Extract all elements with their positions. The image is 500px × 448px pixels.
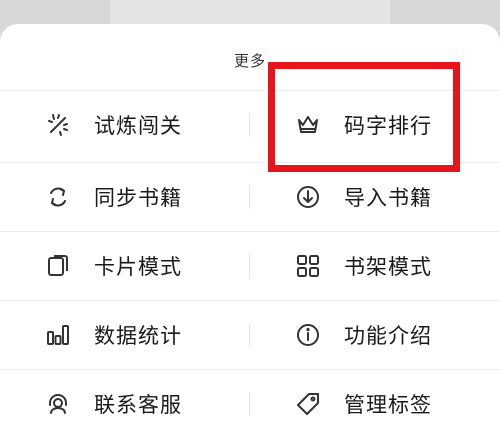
menu-row: 联系客服 管理标签 <box>0 369 500 438</box>
menu-item-label: 管理标签 <box>344 393 432 417</box>
menu-item-label: 卡片模式 <box>94 255 182 279</box>
card-icon <box>44 252 72 280</box>
menu-item-word-ranking[interactable]: 码字排行 <box>250 91 500 159</box>
menu-item-label: 同步书籍 <box>94 186 182 210</box>
menu-row: 试炼闯关 码字排行 <box>0 90 500 159</box>
menu-item-statistics[interactable]: 数据统计 <box>0 301 250 369</box>
menu-item-import-books[interactable]: 导入书籍 <box>250 163 500 231</box>
tag-icon <box>294 390 322 418</box>
sheet-title: 更多 <box>233 52 266 70</box>
menu-item-manage-tags[interactable]: 管理标签 <box>250 370 500 438</box>
menu-item-label: 联系客服 <box>94 393 182 417</box>
menu-item-label: 数据统计 <box>94 324 182 348</box>
menu-item-card-mode[interactable]: 卡片模式 <box>0 232 250 300</box>
menu-item-label: 书架模式 <box>344 255 432 279</box>
menu-item-label: 导入书籍 <box>344 186 432 210</box>
menu-row: 数据统计 功能介绍 <box>0 300 500 369</box>
menu-item-sync-books[interactable]: 同步书籍 <box>0 163 250 231</box>
sparkle-icon <box>44 111 72 139</box>
menu-item-trial-challenge[interactable]: 试炼闯关 <box>0 91 250 159</box>
info-icon <box>294 321 322 349</box>
more-sheet: 更多 试炼闯关 码字排行 同步书籍 导入书籍 卡片模式 书架模式 数据统计 功能… <box>0 24 500 448</box>
menu-item-feature-intro[interactable]: 功能介绍 <box>250 301 500 369</box>
download-circle-icon <box>294 183 322 211</box>
headset-icon <box>44 390 72 418</box>
sync-icon <box>44 183 72 211</box>
menu-item-label: 功能介绍 <box>344 324 432 348</box>
menu-item-shelf-mode[interactable]: 书架模式 <box>250 232 500 300</box>
menu-item-contact-support[interactable]: 联系客服 <box>0 370 250 438</box>
menu-item-label: 码字排行 <box>344 114 432 138</box>
menu-item-label: 试炼闯关 <box>94 114 182 138</box>
bar-chart-icon <box>44 321 72 349</box>
menu-row: 卡片模式 书架模式 <box>0 231 500 300</box>
grid-icon <box>294 252 322 280</box>
menu-row: 同步书籍 导入书籍 <box>0 162 500 231</box>
crown-icon <box>294 111 322 139</box>
